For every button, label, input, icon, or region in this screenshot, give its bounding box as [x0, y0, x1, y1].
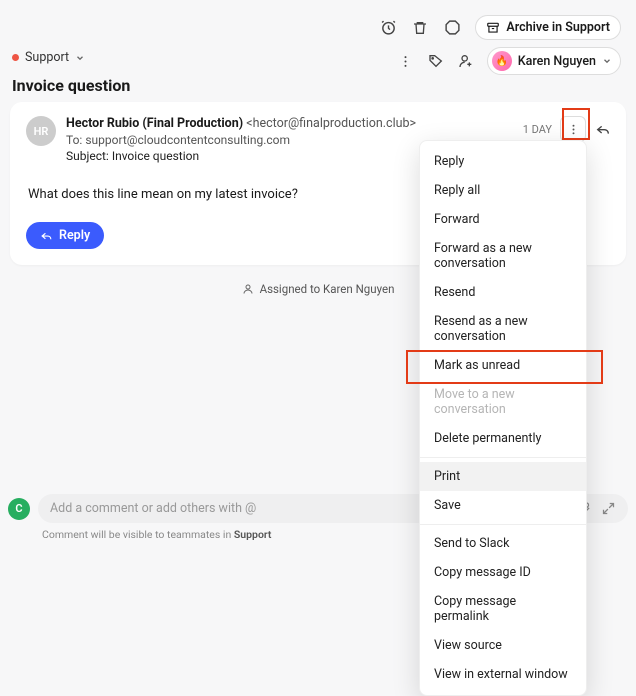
inbox-dot-icon	[12, 54, 19, 61]
menu-item-copy-message-permalink[interactable]: Copy message permalink	[420, 587, 586, 631]
spam-icon[interactable]	[443, 19, 461, 37]
breadcrumb-label: Support	[25, 50, 69, 65]
trash-icon[interactable]	[411, 19, 429, 37]
menu-item-reply[interactable]: Reply	[420, 147, 586, 176]
message-actions-menu: ReplyReply allForwardForward as a new co…	[419, 140, 587, 696]
sender-avatar: HR	[26, 116, 56, 146]
menu-item-save[interactable]: Save	[420, 491, 586, 520]
menu-item-send-to-slack[interactable]: Send to Slack	[420, 529, 586, 558]
menu-item-delete-permanently[interactable]: Delete permanently	[420, 424, 586, 453]
menu-item-reply-all[interactable]: Reply all	[420, 176, 586, 205]
reply-arrow-icon[interactable]	[594, 120, 612, 138]
menu-item-view-in-external-window[interactable]: View in external window	[420, 660, 586, 689]
message-age: 1 DAY	[523, 123, 552, 136]
menu-item-copy-message-id[interactable]: Copy message ID	[420, 558, 586, 587]
menu-item-resend[interactable]: Resend	[420, 278, 586, 307]
assign-icon[interactable]	[457, 52, 475, 70]
thread-title: Invoice question	[12, 76, 130, 95]
snooze-icon[interactable]	[379, 19, 397, 37]
subject-line: Subject: Invoice question	[66, 149, 416, 163]
archive-icon	[486, 21, 500, 35]
archive-label: Archive in Support	[506, 20, 610, 35]
menu-item-print[interactable]: Print	[420, 462, 586, 491]
archive-button[interactable]: Archive in Support	[475, 15, 621, 40]
from-line: Hector Rubio (Final Production) <hector@…	[66, 116, 416, 131]
reply-button[interactable]: Reply	[26, 222, 104, 249]
menu-item-forward[interactable]: Forward	[420, 205, 586, 234]
menu-item-forward-as-a-new-conversation[interactable]: Forward as a new conversation	[420, 234, 586, 278]
menu-item-move-to-a-new-conversation: Move to a new conversation	[420, 380, 586, 424]
more-vert-icon[interactable]	[397, 52, 415, 70]
assignee-pill[interactable]: 🔥 Karen Nguyen	[487, 47, 621, 75]
composer-avatar: C	[8, 498, 30, 520]
assigned-text: Assigned to Karen Nguyen	[260, 282, 395, 296]
person-icon	[242, 283, 254, 295]
assignee-name: Karen Nguyen	[518, 54, 596, 69]
tag-icon[interactable]	[427, 52, 445, 70]
menu-item-mark-as-unread[interactable]: Mark as unread	[420, 351, 586, 380]
expand-icon[interactable]	[601, 501, 616, 516]
chevron-down-icon	[75, 53, 85, 63]
menu-item-resend-as-a-new-conversation[interactable]: Resend as a new conversation	[420, 307, 586, 351]
avatar: 🔥	[492, 51, 512, 71]
menu-item-view-source[interactable]: View source	[420, 631, 586, 660]
chevron-down-icon	[602, 56, 612, 66]
message-more-button[interactable]	[560, 116, 586, 142]
comment-placeholder: Add a comment or add others with @	[50, 501, 256, 516]
to-line: To: support@cloudcontentconsulting.com	[66, 133, 416, 147]
reply-icon	[40, 229, 53, 242]
breadcrumb[interactable]: Support	[12, 50, 85, 65]
